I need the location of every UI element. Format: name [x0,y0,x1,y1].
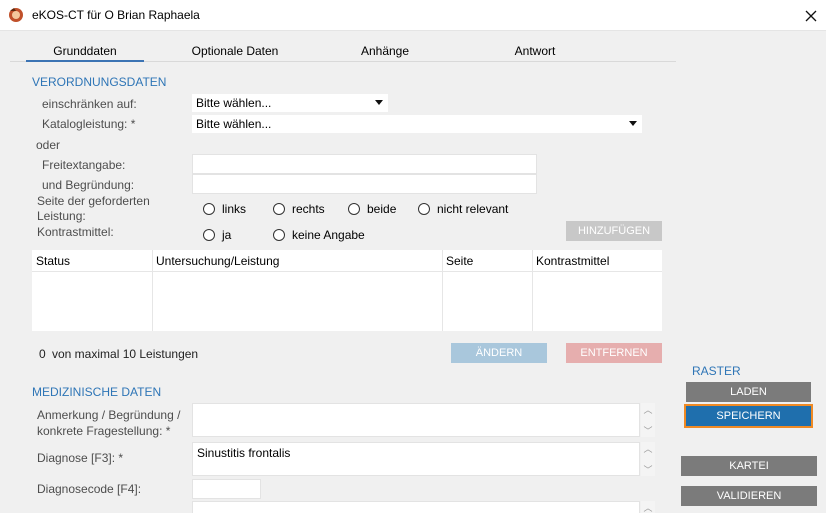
speichern-button[interactable]: SPEICHERN [684,404,813,428]
tab-optionale-daten[interactable]: Optionale Daten [170,40,300,62]
radio-circle-icon [418,203,430,215]
radio-kontrast-ja-label: ja [222,228,232,242]
scroll-up-icon[interactable]: ︿ [643,403,652,416]
radio-seite-beide[interactable]: beide [348,202,396,216]
tab-bar: Grunddaten Optionale Daten Anhänge Antwo… [10,40,676,62]
einschraenken-label: einschränken auf: [42,97,137,111]
aendern-button[interactable]: ÄNDERN [451,343,547,363]
radio-seite-nicht-relevant[interactable]: nicht relevant [418,202,508,216]
diagnose-textarea[interactable]: Sinustitis frontalis [192,442,640,476]
radio-circle-icon [273,229,285,241]
close-icon [805,10,816,21]
oder-label: oder [36,138,61,152]
entfernen-button[interactable]: ENTFERNEN [566,343,662,363]
katalog-label: Katalogleistung: * [42,117,136,131]
validieren-button[interactable]: VALIDIEREN [681,486,817,506]
radio-kontrast-keine-angabe-label: keine Angabe [292,228,365,242]
scroll-down-icon[interactable]: ﹀ [643,463,652,476]
radio-seite-rechts-label: rechts [292,202,325,216]
radio-kontrast-ja[interactable]: ja [203,228,231,242]
tab-anhaenge[interactable]: Anhänge [345,40,425,62]
radio-kontrast-keine-angabe[interactable]: keine Angabe [273,228,365,242]
leistungen-table: Status Untersuchung/Leistung Seite Kontr… [32,250,662,331]
tab-grunddaten[interactable]: Grunddaten [26,40,144,62]
window-title: eKOS-CT für O Brian Raphaela [32,8,200,22]
seite-label: Seite der geforderten Leistung: [37,194,150,223]
column-header-kontrastmittel[interactable]: Kontrastmittel [532,250,662,272]
column-header-seite[interactable]: Seite [442,250,532,272]
title-bar: eKOS-CT für O Brian Raphaela [0,0,826,31]
radio-circle-icon [273,203,285,215]
leistungen-count: 0 [39,347,46,361]
radio-seite-nicht-relevant-label: nicht relevant [437,202,509,216]
kartei-button[interactable]: KARTEI [681,456,817,476]
begruendung-input[interactable] [192,174,537,194]
radio-seite-links-label: links [222,202,247,216]
freitext-label: Freitextangabe: [42,158,126,172]
diagnosecode-label: Diagnosecode [F4]: [37,482,142,496]
close-button[interactable] [795,0,826,31]
raster-label: RASTER [692,364,741,378]
hinzufuegen-button[interactable]: HINZUFÜGEN [566,221,662,241]
tab-antwort[interactable]: Antwort [495,40,575,62]
additional-scrollbar[interactable]: ︿ [641,501,655,513]
katalog-value: Bitte wählen... [196,117,272,131]
column-header-status[interactable]: Status [32,250,152,272]
column-divider [442,250,443,331]
radio-circle-icon [203,229,215,241]
freitext-input[interactable] [192,154,537,174]
diagnose-scrollbar[interactable]: ︿ ﹀ [641,442,655,476]
column-divider [532,250,533,331]
ekos-app-icon [9,8,23,22]
additional-textarea[interactable] [192,501,640,513]
diagnosecode-input[interactable] [192,479,261,499]
column-header-untersuchung[interactable]: Untersuchung/Leistung [152,250,442,272]
chevron-down-icon [629,121,637,126]
begruendung-label: und Begründung: [42,178,135,192]
chevron-down-icon [375,100,383,105]
anmerkung-label: Anmerkung / Begründung / konkrete Frages… [37,408,181,438]
kontrast-label: Kontrastmittel: [37,225,114,239]
scroll-up-icon[interactable]: ︿ [643,501,652,513]
diagnose-label: Diagnose [F3]: * [37,451,124,465]
anmerkung-textarea[interactable] [192,403,640,437]
katalog-select[interactable]: Bitte wählen... [192,115,642,133]
scroll-down-icon[interactable]: ﹀ [643,424,652,437]
scroll-up-icon[interactable]: ︿ [643,442,652,455]
radio-circle-icon [203,203,215,215]
einschraenken-select[interactable]: Bitte wählen... [192,94,388,112]
radio-circle-icon [348,203,360,215]
leistungen-count-text: von maximal 10 Leistungen [52,347,199,361]
radio-seite-beide-label: beide [367,202,397,216]
section-title-verordnungsdaten: VERORDNUNGSDATEN [32,75,167,89]
radio-seite-links[interactable]: links [203,202,246,216]
section-title-medizinische-daten: MEDIZINISCHE DATEN [32,385,162,399]
column-divider [152,250,153,331]
radio-seite-rechts[interactable]: rechts [273,202,325,216]
einschraenken-value: Bitte wählen... [196,96,272,110]
laden-button[interactable]: LADEN [686,382,811,402]
anmerkung-scrollbar[interactable]: ︿ ﹀ [641,403,655,437]
